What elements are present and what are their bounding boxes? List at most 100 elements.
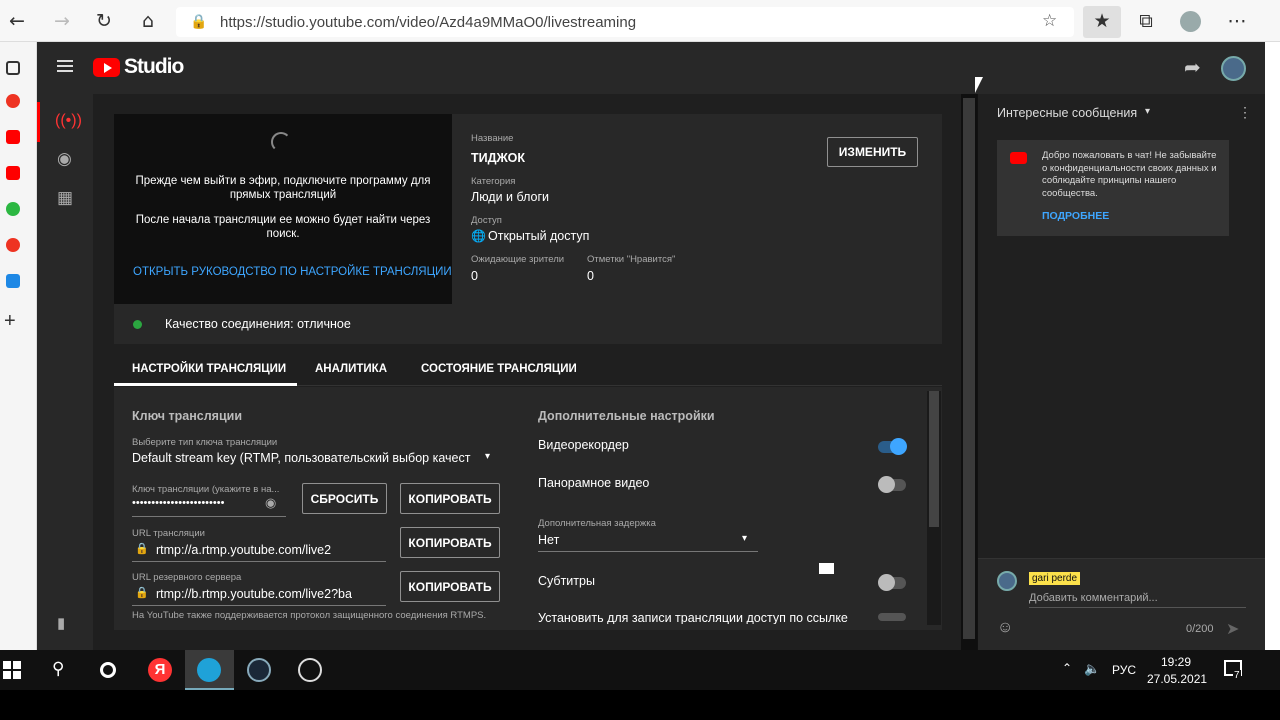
- messenger-icon[interactable]: [6, 274, 20, 288]
- dropdown-arrow-icon[interactable]: ▾: [742, 533, 747, 544]
- clock-date[interactable]: 27.05.2021: [1147, 672, 1207, 686]
- dropdown-arrow-icon[interactable]: ▾: [1145, 106, 1150, 117]
- youtube-logo-icon: [93, 58, 120, 77]
- home-icon[interactable]: ⌂: [136, 9, 160, 33]
- feedback-icon[interactable]: ▮: [57, 614, 65, 632]
- add-icon[interactable]: +: [4, 310, 16, 333]
- dropdown-arrow-icon[interactable]: ▾: [485, 451, 490, 462]
- visibility-off-icon[interactable]: ◉: [265, 495, 276, 511]
- dvr-label: Видеорекордер: [538, 438, 629, 452]
- send-icon[interactable]: ➤: [1226, 619, 1239, 639]
- preview-message: Прежде чем выйти в эфир, подключите прог…: [135, 175, 431, 201]
- chat-welcome-card: Добро пожаловать в чат! Не забывайте о к…: [997, 140, 1229, 236]
- yandex-icon[interactable]: [6, 238, 20, 252]
- subtitles-label: Субтитры: [538, 574, 595, 588]
- studio-header: Studio ➦: [37, 42, 1265, 94]
- stream-info: Название ТИДЖОК ИЗМЕНИТЬ Категория Люди …: [452, 114, 942, 304]
- cortana-icon[interactable]: [100, 662, 116, 678]
- main-scrollbar[interactable]: [963, 98, 975, 639]
- latency-label: Дополнительная задержка: [538, 518, 656, 529]
- camera-icon[interactable]: ◉: [57, 149, 72, 169]
- menu-icon[interactable]: [57, 60, 73, 62]
- windows-start-icon[interactable]: [3, 661, 21, 679]
- browser-sidebar: +: [0, 42, 37, 650]
- rtmps-note: На YouTube также поддерживается протокол…: [132, 610, 487, 621]
- share-icon[interactable]: ➦: [1184, 55, 1201, 80]
- chevron-up-icon[interactable]: ⌃: [1062, 661, 1072, 675]
- clock-time[interactable]: 19:29: [1161, 655, 1191, 669]
- obs-icon[interactable]: [298, 658, 322, 682]
- stream-key-label: Ключ трансляции (укажите в на...: [132, 484, 280, 495]
- chat-input-area: gari perde Добавить комментарий... ☺ 0/2…: [978, 558, 1265, 650]
- youtube-icon: [1010, 152, 1027, 164]
- add-favorite-icon[interactable]: ☆: [1042, 11, 1057, 31]
- search-icon[interactable]: ⚲: [52, 659, 64, 679]
- notification-count-badge: 7: [1233, 670, 1241, 681]
- language-indicator[interactable]: РУС: [1112, 663, 1136, 677]
- calendar-icon[interactable]: ▦: [57, 188, 73, 208]
- volume-icon[interactable]: 🔈: [1084, 661, 1100, 677]
- pano-toggle[interactable]: [878, 476, 906, 493]
- copy-key-button[interactable]: КОПИРОВАТЬ: [400, 483, 500, 514]
- live-icon[interactable]: ((•)): [55, 112, 82, 130]
- steam-icon[interactable]: [247, 658, 271, 682]
- tab-stream-health[interactable]: СОСТОЯНИЕ ТРАНСЛЯЦИИ: [421, 363, 577, 375]
- likes-value: 0: [587, 269, 594, 283]
- more-vert-icon[interactable]: ⋮: [1238, 104, 1252, 121]
- chat-input[interactable]: Добавить комментарий...: [1029, 592, 1158, 604]
- tab-stream-settings[interactable]: НАСТРОЙКИ ТРАНСЛЯЦИИ: [132, 363, 286, 375]
- more-menu-icon[interactable]: ⋯: [1225, 9, 1249, 33]
- stream-url-field[interactable]: rtmp://a.rtmp.youtube.com/live2: [156, 543, 331, 557]
- youtube-icon[interactable]: [6, 166, 20, 180]
- dvr-toggle[interactable]: [878, 438, 907, 455]
- extra-settings-title: Дополнительные настройки: [538, 409, 715, 423]
- access-value: Открытый доступ: [488, 229, 590, 243]
- stream-url-label: URL трансляции: [132, 528, 205, 539]
- yandex-icon[interactable]: [6, 94, 20, 108]
- waiting-viewers-value: 0: [471, 269, 478, 283]
- forward-arrow-icon[interactable]: →: [50, 9, 74, 33]
- edit-button[interactable]: ИЗМЕНИТЬ: [827, 137, 918, 167]
- subtitles-toggle[interactable]: [878, 574, 906, 591]
- status-dot: [133, 320, 142, 329]
- copy-backup-url-button[interactable]: КОПИРОВАТЬ: [400, 571, 500, 602]
- link-access-toggle[interactable]: [878, 613, 906, 621]
- emoji-icon[interactable]: ☺: [997, 619, 1013, 637]
- collections-icon[interactable]: ⧉: [1134, 9, 1158, 33]
- tab-actions-icon[interactable]: [6, 61, 20, 75]
- key-type-select[interactable]: Default stream key (RTMP, пользовательск…: [132, 451, 470, 465]
- title-label: Название: [471, 133, 514, 144]
- back-arrow-icon[interactable]: ←: [5, 9, 29, 33]
- settings-scrollbar[interactable]: [929, 391, 939, 527]
- yandex-browser-icon[interactable]: Я: [148, 658, 172, 682]
- access-label: Доступ: [471, 215, 502, 226]
- key-type-label: Выберите тип ключа трансляции: [132, 437, 278, 448]
- chat-mode-select[interactable]: Интересные сообщения: [997, 106, 1137, 120]
- lock-icon: 🔒: [190, 13, 208, 29]
- address-bar[interactable]: 🔒 https://studio.youtube.com/video/Azd4a…: [176, 7, 1074, 37]
- tab-analytics[interactable]: АНАЛИТИКА: [315, 363, 387, 375]
- setup-guide-link[interactable]: ОТКРЫТЬ РУКОВОДСТВО ПО НАСТРОЙКЕ ТРАНСЛЯ…: [133, 266, 452, 278]
- profile-avatar[interactable]: [1180, 11, 1201, 32]
- windows-taskbar: ⚲ Я ⌃ 🔈 РУС 19:29 27.05.2021 7: [0, 650, 1280, 690]
- stream-key-field[interactable]: ••••••••••••••••••••••••: [132, 497, 224, 509]
- chat-user-avatar: [997, 571, 1017, 591]
- stream-key-title: Ключ трансляции: [132, 409, 242, 423]
- youtube-icon[interactable]: [6, 130, 20, 144]
- chat-welcome-text: Добро пожаловать в чат! Не забывайте о к…: [1042, 150, 1217, 199]
- channel-avatar[interactable]: [1221, 56, 1246, 81]
- latency-select[interactable]: Нет: [538, 533, 559, 547]
- likes-label: Отметки "Нравится": [587, 254, 676, 265]
- copy-url-button[interactable]: КОПИРОВАТЬ: [400, 527, 500, 558]
- link-access-label: Установить для записи трансляции доступ …: [538, 611, 848, 624]
- favorites-icon[interactable]: ★: [1090, 9, 1114, 33]
- browser-toolbar: ← → ↻ ⌂ 🔒 https://studio.youtube.com/vid…: [0, 0, 1280, 42]
- backup-url-field[interactable]: rtmp://b.rtmp.youtube.com/live2?ba: [156, 587, 364, 601]
- refresh-icon[interactable]: ↻: [92, 9, 116, 33]
- reset-key-button[interactable]: СБРОСИТЬ: [302, 483, 387, 514]
- whatsapp-icon[interactable]: [6, 202, 20, 216]
- more-info-link[interactable]: ПОДРОБНЕЕ: [1042, 210, 1109, 222]
- edge-browser-icon[interactable]: [197, 658, 221, 682]
- lock-icon: 🔒: [135, 543, 149, 555]
- connection-bar: Качество соединения: отличное: [114, 304, 942, 344]
